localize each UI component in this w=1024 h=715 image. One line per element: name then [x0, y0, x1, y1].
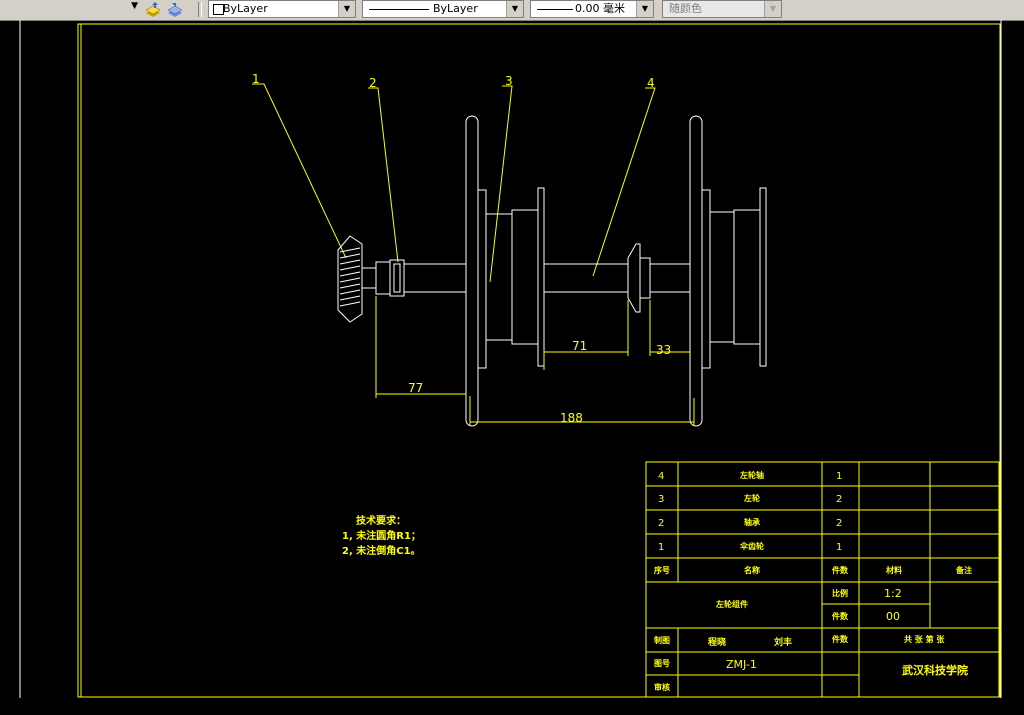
- dimension-lines: [375, 296, 695, 426]
- title-block: [645, 461, 1000, 698]
- drawer-name-2: 刘丰: [774, 636, 792, 648]
- drawer-name: 程晓: [708, 636, 726, 648]
- lineweight-value: 0.00 毫米: [575, 2, 625, 15]
- color-control[interactable]: ByLayer ▼: [208, 0, 356, 18]
- review-label: 审核: [654, 682, 670, 692]
- bom-qty-2: 2: [836, 518, 842, 529]
- chevron-down-icon[interactable]: ▼: [636, 1, 653, 17]
- bom-qty-4: 1: [836, 471, 842, 482]
- bom-no-3: 3: [658, 494, 664, 505]
- layer-dropdown-arrow[interactable]: ▼: [131, 1, 138, 11]
- layer-previous-icon[interactable]: [166, 1, 184, 18]
- properties-toolbar: ▼ ByLayer ▼ ByLayer ▼ 0.00 毫米 ▼ 随颜色 ▼: [0, 0, 1024, 21]
- num-label: 件数: [832, 611, 849, 621]
- scale-label: 比例: [832, 588, 848, 598]
- drawing-canvas[interactable]: 1 2 3 4 77 188 71 33 技术要求： 1, 未注圆角R1； 2,…: [0, 20, 1024, 711]
- dim-71: 71: [572, 339, 587, 353]
- left-shaft: [404, 263, 466, 293]
- dim-77: 77: [408, 381, 423, 395]
- bom-no-4: 4: [658, 471, 664, 482]
- draw-label: 制图: [654, 635, 670, 645]
- drawing-svg: 1 2 3 4 77 188 71 33 技术要求： 1, 未注圆角R1； 2,…: [19, 20, 1002, 698]
- sheets-label: 共 张 第 张: [904, 634, 945, 644]
- middle-axle: [544, 243, 690, 313]
- right-wheel: [689, 115, 767, 427]
- bom-no-1: 1: [658, 542, 664, 553]
- color-value: ByLayer: [223, 2, 268, 15]
- bom-header-name: 名称: [744, 565, 760, 575]
- make-layer-current-icon[interactable]: [144, 1, 162, 18]
- bom-qty-3: 2: [836, 494, 842, 505]
- balloon-1: 1: [252, 72, 260, 86]
- linetype-sample-icon: [369, 9, 429, 10]
- bom-qty-1: 1: [836, 542, 842, 553]
- linetype-value: ByLayer: [433, 2, 478, 15]
- bom-header-qty: 件数: [832, 565, 849, 575]
- chevron-down-icon[interactable]: ▼: [338, 1, 355, 17]
- assembly-name: 左轮组件: [715, 599, 748, 609]
- bom-no-2: 2: [658, 518, 664, 529]
- left-wheel: [465, 115, 545, 427]
- bom-header-no: 序号: [654, 565, 670, 575]
- chevron-down-icon[interactable]: ▼: [506, 1, 523, 17]
- tech-req-line2: 2, 未注倒角C1。: [342, 544, 421, 557]
- bom-name-4: 左轮轴: [739, 470, 764, 480]
- tech-req-title: 技术要求：: [356, 514, 406, 527]
- lineweight-control[interactable]: 0.00 毫米 ▼: [530, 0, 654, 18]
- tech-req-line1: 1, 未注圆角R1；: [342, 529, 421, 542]
- bom-name-2: 轴承: [744, 517, 760, 527]
- weight-label: 件数: [832, 634, 849, 644]
- dim-188: 188: [560, 411, 583, 425]
- balloon-4: 4: [647, 76, 655, 90]
- drawing-no: ZMJ-1: [726, 658, 757, 671]
- plotstyle-value: 随颜色: [669, 2, 702, 15]
- scale-value: 1:2: [884, 587, 902, 600]
- num-value: 00: [886, 610, 900, 623]
- toolbar-separator: [198, 2, 202, 17]
- leader-lines: [252, 83, 656, 283]
- bom-name-3: 左轮: [743, 493, 760, 503]
- bom-header-note: 备注: [955, 565, 972, 575]
- layer-dropdown[interactable]: ▼: [0, 0, 140, 18]
- lineweight-sample-icon: [537, 9, 573, 10]
- linetype-control[interactable]: ByLayer ▼: [362, 0, 524, 18]
- bom-header-material: 材料: [886, 565, 902, 575]
- bevel-gear: [337, 235, 391, 323]
- inner-border: [77, 23, 1001, 698]
- plotstyle-control[interactable]: 随颜色 ▼: [662, 0, 782, 18]
- bom-name-1: 伞齿轮: [739, 541, 764, 551]
- chevron-down-icon[interactable]: ▼: [764, 1, 781, 17]
- balloon-2: 2: [369, 76, 377, 90]
- dim-33: 33: [656, 343, 671, 357]
- drawing-no-label: 图号: [654, 659, 670, 668]
- bearing: [389, 259, 405, 297]
- balloon-3: 3: [505, 74, 513, 88]
- school-name: 武汉科技学院: [902, 663, 968, 677]
